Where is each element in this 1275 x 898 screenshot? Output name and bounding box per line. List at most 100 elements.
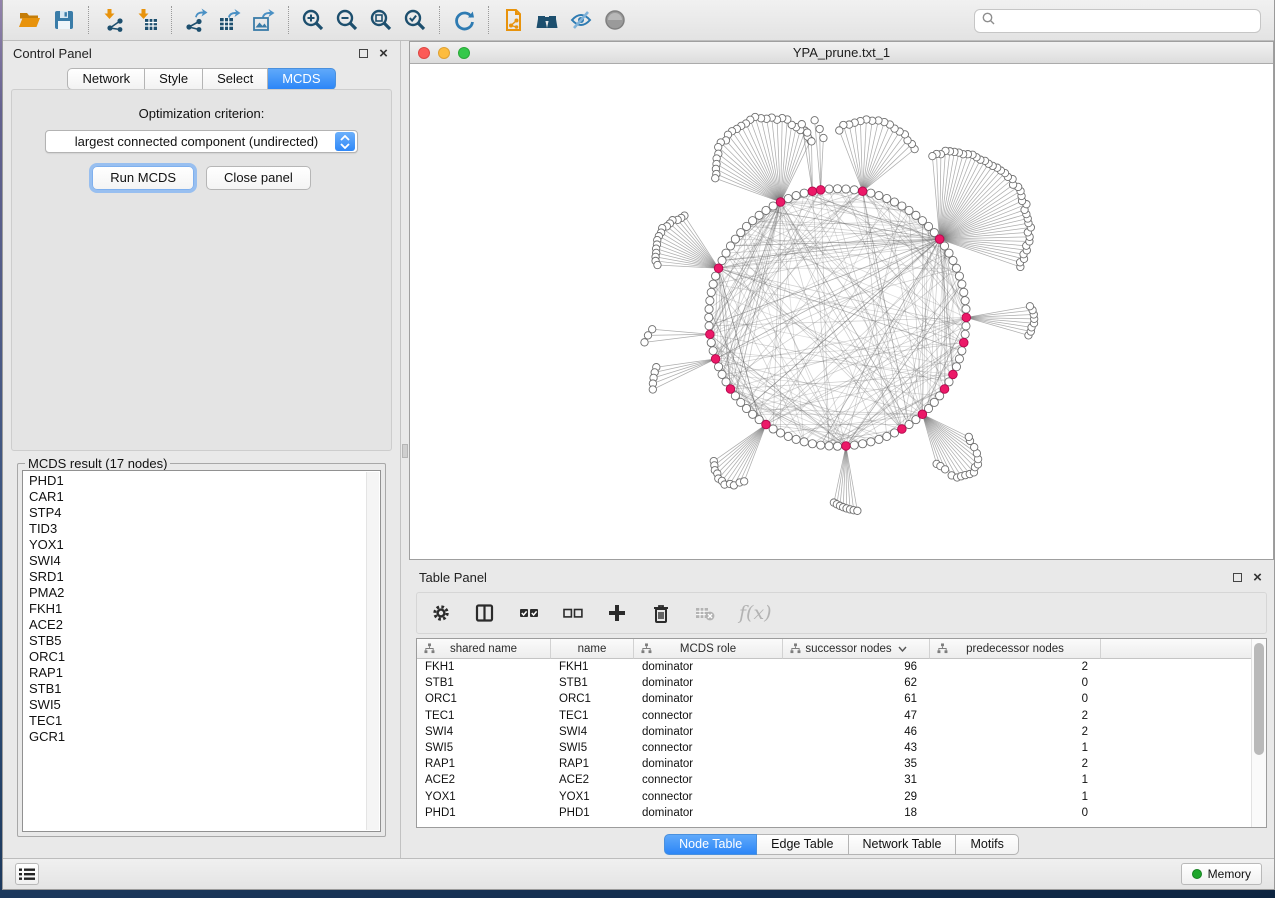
cell[interactable]: dominator (634, 756, 783, 772)
cell[interactable]: ORC1 (417, 691, 551, 707)
network-search-box[interactable] (974, 9, 1261, 33)
tab-mcds[interactable]: MCDS (268, 68, 335, 90)
cell[interactable]: 2 (930, 724, 1101, 740)
cell[interactable]: TEC1 (417, 708, 551, 724)
cell[interactable]: STB1 (417, 675, 551, 691)
tab-select[interactable]: Select (203, 68, 268, 90)
cell[interactable]: 0 (930, 675, 1101, 691)
export-table-icon[interactable] (213, 4, 247, 36)
cell[interactable]: SWI4 (417, 724, 551, 740)
settings-icon[interactable] (431, 600, 451, 626)
table-row[interactable]: ACE2ACE2connector311 (417, 772, 1251, 788)
search-input[interactable] (997, 14, 1254, 28)
cell[interactable]: 35 (783, 756, 930, 772)
cell[interactable]: 18 (783, 805, 930, 821)
cell[interactable]: dominator (634, 659, 783, 675)
delete-rows-icon[interactable] (651, 600, 671, 626)
hide-selected-icon[interactable] (564, 4, 598, 36)
mcds-node-item[interactable]: SRD1 (29, 569, 380, 585)
network-canvas[interactable] (410, 64, 1273, 559)
apply-layout-icon[interactable] (447, 4, 481, 36)
cell[interactable]: connector (634, 708, 783, 724)
cell[interactable]: FKH1 (417, 659, 551, 675)
cell[interactable]: dominator (634, 724, 783, 740)
export-network-icon[interactable] (179, 4, 213, 36)
add-row-icon[interactable] (607, 600, 627, 626)
close-panel-button[interactable]: Close panel (206, 166, 311, 190)
cell[interactable]: YOX1 (417, 789, 551, 805)
export-document-icon[interactable] (496, 4, 530, 36)
mcds-result-list[interactable]: PHD1CAR1STP4TID3YOX1SWI4SRD1PMA2FKH1ACE2… (22, 470, 381, 832)
cell[interactable]: 31 (783, 772, 930, 788)
cell[interactable]: RAP1 (551, 756, 634, 772)
tab-style[interactable]: Style (145, 68, 203, 90)
mcds-node-item[interactable]: RAP1 (29, 665, 380, 681)
cell[interactable]: connector (634, 789, 783, 805)
cell[interactable]: 1 (930, 772, 1101, 788)
cell[interactable]: 61 (783, 691, 930, 707)
tab-node-table[interactable]: Node Table (664, 834, 757, 855)
cell[interactable]: 46 (783, 724, 930, 740)
mcds-node-item[interactable]: SWI4 (29, 553, 380, 569)
mcds-node-item[interactable]: CAR1 (29, 489, 380, 505)
mcds-node-item[interactable]: GCR1 (29, 729, 380, 745)
criterion-select[interactable]: largest connected component (undirected) (45, 130, 358, 153)
table-row[interactable]: PHD1PHD1dominator180 (417, 805, 1251, 821)
cell[interactable]: TEC1 (551, 708, 634, 724)
float-table-panel-icon[interactable] (1231, 571, 1244, 584)
cell[interactable]: 29 (783, 789, 930, 805)
cell[interactable]: dominator (634, 675, 783, 691)
import-table-icon[interactable] (130, 4, 164, 36)
tab-network[interactable]: Network (67, 68, 145, 90)
cell[interactable]: FKH1 (551, 659, 634, 675)
cell[interactable]: 0 (930, 805, 1101, 821)
open-icon[interactable] (13, 4, 47, 36)
task-history-button[interactable] (15, 863, 39, 885)
table-scrollbar[interactable] (1251, 639, 1266, 827)
float-panel-icon[interactable] (357, 47, 370, 60)
cell[interactable]: 2 (930, 708, 1101, 724)
cell[interactable]: connector (634, 740, 783, 756)
save-icon[interactable] (47, 4, 81, 36)
memory-button[interactable]: Memory (1181, 863, 1262, 885)
cell[interactable]: PHD1 (551, 805, 634, 821)
splitter-grip[interactable] (402, 444, 408, 458)
cell[interactable]: dominator (634, 805, 783, 821)
table-row[interactable]: STB1STB1dominator620 (417, 675, 1251, 691)
column-header-predecessor-nodes[interactable]: predecessor nodes (930, 639, 1101, 659)
table-row[interactable]: SWI5SWI5connector431 (417, 740, 1251, 756)
run-mcds-button[interactable]: Run MCDS (92, 166, 194, 190)
close-panel-icon[interactable]: × (377, 47, 390, 60)
cell[interactable]: 2 (930, 756, 1101, 772)
tab-motifs[interactable]: Motifs (956, 834, 1018, 855)
deselect-all-icon[interactable] (563, 600, 583, 626)
cell[interactable]: SWI5 (551, 740, 634, 756)
column-header-shared-name[interactable]: shared name (417, 639, 551, 659)
mcds-node-item[interactable]: PHD1 (29, 473, 380, 489)
zoom-fit-icon[interactable] (364, 4, 398, 36)
show-all-icon[interactable] (598, 4, 632, 36)
table-scrollbar-thumb[interactable] (1254, 643, 1264, 755)
select-all-icon[interactable] (519, 600, 539, 626)
cell[interactable]: PHD1 (417, 805, 551, 821)
table-row[interactable]: YOX1YOX1connector291 (417, 789, 1251, 805)
column-header-MCDS-role[interactable]: MCDS role (634, 639, 783, 659)
table-row[interactable]: SWI4SWI4dominator462 (417, 724, 1251, 740)
zoom-selected-icon[interactable] (398, 4, 432, 36)
table-row[interactable]: ORC1ORC1dominator610 (417, 691, 1251, 707)
cell[interactable]: connector (634, 772, 783, 788)
column-header-name[interactable]: name (551, 639, 634, 659)
mcds-node-item[interactable]: YOX1 (29, 537, 380, 553)
list-scrollbar[interactable] (366, 472, 379, 830)
cell[interactable]: 1 (930, 789, 1101, 805)
import-network-icon[interactable] (96, 4, 130, 36)
mcds-node-item[interactable]: PMA2 (29, 585, 380, 601)
mcds-node-item[interactable]: TEC1 (29, 713, 380, 729)
cell[interactable]: ORC1 (551, 691, 634, 707)
cell[interactable]: dominator (634, 691, 783, 707)
cell[interactable]: 2 (930, 659, 1101, 675)
vertical-splitter[interactable] (401, 41, 409, 858)
mcds-node-item[interactable]: STB5 (29, 633, 380, 649)
table-row[interactable]: TEC1TEC1connector472 (417, 708, 1251, 724)
mcds-node-item[interactable]: ORC1 (29, 649, 380, 665)
